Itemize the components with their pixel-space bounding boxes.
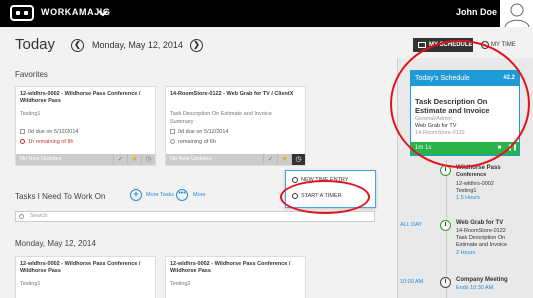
- check-icon[interactable]: ✓: [113, 154, 127, 165]
- top-bar: WORKAMAJIG John Doe: [0, 0, 533, 28]
- favorite-card[interactable]: 12-wldhrs-0002 - Wildhorse Pass Conferen…: [15, 86, 156, 166]
- card-subtitle: Task Description On Estimate and Invoice: [170, 111, 272, 117]
- updates-label: No New Updates: [170, 156, 212, 162]
- clock-icon: [292, 177, 298, 183]
- user-avatar-icon: [504, 3, 530, 28]
- timeline-duration: 1.5 Hours: [456, 195, 480, 201]
- timeline-item[interactable]: Company Meeting Ends 10:30 AM: [440, 277, 530, 297]
- card-due-row: 0d due on 5/12/2014: [170, 129, 228, 135]
- card-title: 12-wldhrs-0002 - Wildhorse Pass Conferen…: [170, 261, 291, 274]
- workamajig-logo-icon[interactable]: [10, 5, 34, 21]
- due-days: 0d: [178, 129, 185, 135]
- card-subtitle: Testing2: [170, 281, 191, 287]
- more-link[interactable]: More: [193, 192, 206, 198]
- star-icon[interactable]: ★: [277, 154, 291, 165]
- task-card[interactable]: 12-wldhrs-0002 - Wildhorse Pass Conferen…: [15, 256, 156, 298]
- clock-icon: [440, 277, 451, 288]
- calendar-icon: [20, 129, 25, 134]
- card-footer: No New Updates ✓ ★ ◷: [16, 154, 155, 165]
- updates-label: No New Updates: [20, 156, 62, 162]
- clock-icon: [170, 139, 175, 144]
- remaining: 1h remaining of 8h: [28, 139, 74, 145]
- card-subtitle: Testing1: [20, 281, 41, 287]
- calendar-icon: [170, 129, 175, 134]
- annotation-ellipse: [390, 40, 530, 168]
- card-summary: Summary: [170, 119, 194, 125]
- timeline-item[interactable]: Wildhorse Pass Conference 12-wldhrs-0002…: [440, 165, 530, 205]
- timeline-detail: Estimate and Invoice: [456, 242, 508, 248]
- page: WORKAMAJIG John Doe Today ❮ Monday, May …: [0, 0, 533, 298]
- tasks-title: Tasks I Need To Work On: [15, 192, 106, 201]
- timeline-code: 12-wldhrs-0002: [456, 181, 494, 187]
- timeline-duration: 2 Hours: [456, 250, 476, 256]
- timer-icon[interactable]: ◷: [141, 154, 155, 165]
- favorites-title: Favorites: [15, 70, 48, 79]
- current-date: Monday, May 12, 2014: [92, 40, 183, 50]
- due-word: due on: [35, 129, 53, 135]
- due-days: 0d: [28, 129, 35, 135]
- search-icon: [19, 214, 24, 219]
- avatar[interactable]: [500, 0, 533, 28]
- my-time-label: MY TIME: [491, 42, 516, 48]
- timer-icon[interactable]: ◷: [291, 154, 305, 165]
- card-title: 12-wldhrs-0002 - Wildhorse Pass Conferen…: [20, 261, 141, 274]
- remaining: remaining of 6h: [178, 139, 216, 145]
- annotation-ellipse: [280, 180, 370, 214]
- task-card[interactable]: 12-wldhrs-0002 - Wildhorse Pass Conferen…: [165, 256, 306, 298]
- timeline-title: Company Meeting: [456, 277, 508, 283]
- card-title: 12-wldhrs-0002 - Wildhorse Pass Conferen…: [20, 91, 141, 104]
- timeline-title: Web Grab for TV: [456, 220, 504, 226]
- card-remaining-row: remaining of 6h: [170, 139, 216, 145]
- timeline-time-label: 10:00 AM: [400, 279, 424, 285]
- user-name[interactable]: John Doe: [456, 7, 497, 17]
- search-placeholder: Search: [30, 213, 48, 219]
- timeline-end-time: Ends 10:30 AM: [456, 285, 494, 291]
- timeline-detail: Task Description On: [456, 235, 506, 241]
- more-options-button[interactable]: •••: [176, 189, 188, 201]
- more-tasks-link[interactable]: More Tasks: [146, 192, 174, 198]
- favorite-card[interactable]: 14-RoomStore-0122 - Web Grab for TV / Cl…: [165, 86, 306, 166]
- calendar-icon: [418, 42, 426, 48]
- timeline-item[interactable]: Web Grab for TV 14-RoomStore-0122 Task D…: [440, 220, 530, 260]
- card-title: 14-RoomStore-0122 - Web Grab for TV / Cl…: [170, 91, 294, 97]
- due-word: due on: [185, 129, 203, 135]
- next-day-button[interactable]: ❯: [190, 39, 203, 52]
- page-title: Today: [15, 36, 56, 53]
- card-footer: No New Updates ✓ ★ ◷: [166, 154, 305, 165]
- timeline-subtitle: 14-RoomStore-0122: [456, 228, 506, 234]
- chevron-down-icon[interactable]: [98, 8, 108, 18]
- timeline-detail: Testing1: [456, 188, 477, 194]
- clock-icon: [440, 220, 451, 231]
- card-due-row: 0d due on 5/12/2014: [20, 129, 78, 135]
- timeline-time-label: ALL DAY: [400, 222, 423, 228]
- card-remaining-row: 1h remaining of 8h: [20, 139, 74, 145]
- due-date: 5/12/2014: [54, 129, 79, 135]
- check-icon[interactable]: ✓: [263, 154, 277, 165]
- star-icon[interactable]: ★: [127, 154, 141, 165]
- day-section-title: Monday, May 12, 2014: [15, 239, 96, 248]
- previous-day-button[interactable]: ❮: [71, 39, 84, 52]
- clock-icon: [20, 139, 25, 144]
- timeline-subtitle: Conference: [456, 172, 487, 178]
- add-task-button[interactable]: +: [130, 189, 142, 201]
- card-subtitle: Testing1: [20, 111, 41, 117]
- due-date: 5/12/2014: [204, 129, 229, 135]
